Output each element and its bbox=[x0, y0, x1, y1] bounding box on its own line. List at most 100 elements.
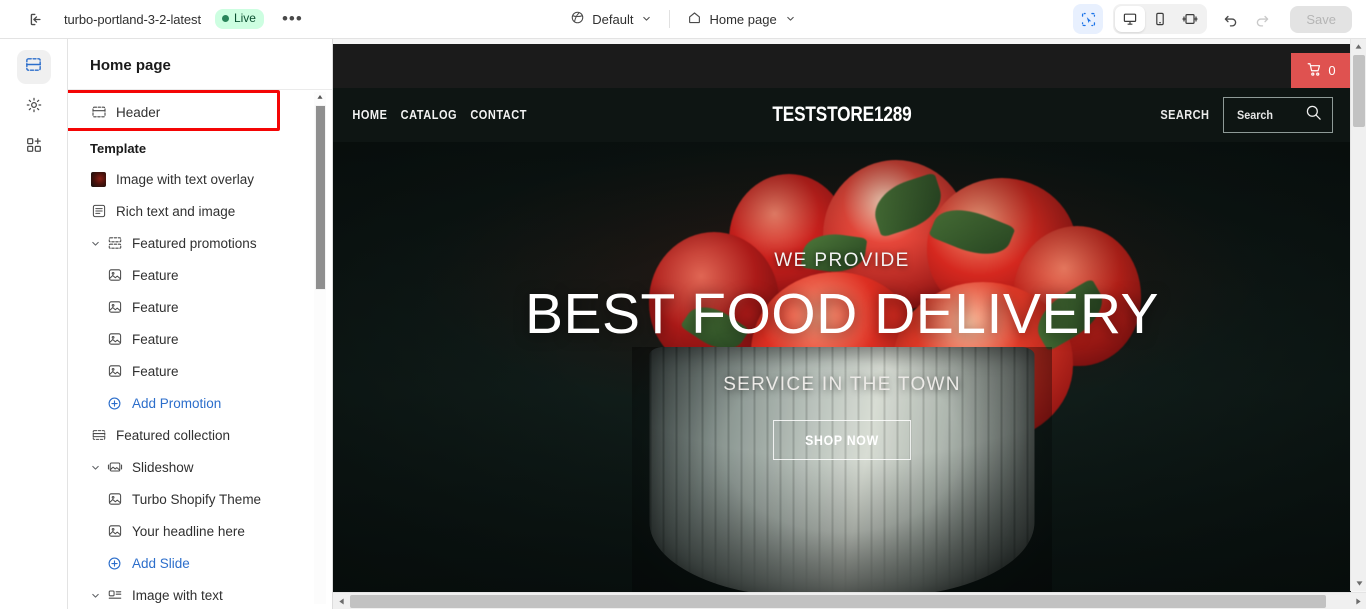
top-bar-right: Save bbox=[1073, 0, 1352, 38]
inspect-select-icon[interactable] bbox=[1073, 4, 1103, 34]
sidebar-item-featured-promotions[interactable]: Featured promotions bbox=[68, 227, 332, 259]
triangle-left-icon[interactable] bbox=[333, 593, 349, 610]
preview-horizontal-scrollbar[interactable] bbox=[333, 592, 1366, 609]
status-badge: Live bbox=[215, 9, 264, 29]
apps-rail-button[interactable] bbox=[17, 130, 51, 164]
magnifier-icon[interactable] bbox=[1304, 103, 1323, 127]
home-icon bbox=[687, 10, 702, 28]
fullwidth-view-button[interactable] bbox=[1175, 6, 1205, 32]
sidebar-item-label: Image with text overlay bbox=[116, 172, 254, 187]
block-image-icon bbox=[106, 331, 123, 348]
sidebar-item-image-with-text[interactable]: Image with text bbox=[68, 579, 332, 609]
block-image-icon bbox=[106, 363, 123, 380]
status-badge-label: Live bbox=[234, 11, 256, 26]
sidebar-item-slideshow[interactable]: Slideshow bbox=[68, 451, 332, 483]
sidebar-block-feature-2[interactable]: Feature bbox=[68, 291, 332, 323]
sidebar-block-feature-3[interactable]: Feature bbox=[68, 323, 332, 355]
triangle-right-icon[interactable] bbox=[1350, 593, 1366, 610]
cart-button[interactable]: 0 bbox=[1291, 53, 1351, 88]
sections-rail-button[interactable] bbox=[17, 50, 51, 84]
search-input[interactable]: Search bbox=[1223, 97, 1333, 133]
redo-button[interactable] bbox=[1248, 5, 1276, 33]
slideshow-icon bbox=[106, 459, 123, 476]
sections-icon bbox=[24, 55, 43, 79]
locale-selector[interactable]: Default bbox=[562, 6, 660, 32]
preview-vertical-scrollbar[interactable] bbox=[1350, 39, 1366, 591]
exit-editor-button[interactable] bbox=[22, 5, 50, 33]
search-label: SEARCH bbox=[1161, 108, 1210, 122]
more-options-button[interactable]: ••• bbox=[278, 7, 307, 31]
undo-button[interactable] bbox=[1216, 5, 1244, 33]
triangle-up-icon[interactable] bbox=[1351, 39, 1366, 54]
preview-vertical-scrollbar-thumb[interactable] bbox=[1353, 55, 1365, 127]
sidebar-scrollbar[interactable] bbox=[314, 92, 326, 604]
hero-eyebrow: WE PROVIDE bbox=[333, 250, 1351, 272]
sidebar-scrollbar-thumb[interactable] bbox=[315, 105, 326, 290]
hero-image-with-text-overlay: WE PROVIDE BEST FOOD DELIVERY SERVICE IN… bbox=[333, 142, 1351, 596]
sidebar-item-label: Add Promotion bbox=[132, 396, 221, 411]
add-promotion-button[interactable]: Add Promotion bbox=[68, 387, 332, 419]
template-group-label: Template bbox=[68, 128, 332, 163]
sidebar-block-turbo-shopify-theme[interactable]: Turbo Shopify Theme bbox=[68, 483, 332, 515]
sections-sidebar: Home page Header Template Image with tex… bbox=[68, 39, 333, 609]
sidebar-item-label: Feature bbox=[132, 268, 179, 283]
store-header: HOME CATALOG CONTACT TESTSTORE1289 SEARC… bbox=[333, 88, 1351, 142]
circle-plus-icon bbox=[106, 395, 123, 412]
nav-item-home[interactable]: HOME bbox=[352, 108, 387, 122]
page-selector[interactable]: Home page bbox=[679, 6, 803, 32]
sidebar-item-label: Slideshow bbox=[132, 460, 194, 475]
store-name-logo[interactable]: TESTSTORE1289 bbox=[425, 103, 1260, 127]
sidebar-item-rich-text-and-image[interactable]: Rich text and image bbox=[68, 195, 332, 227]
hero-subheadline: SERVICE IN THE TOWN bbox=[333, 374, 1351, 396]
sidebar-block-feature-4[interactable]: Feature bbox=[68, 355, 332, 387]
circle-plus-icon bbox=[106, 555, 123, 572]
sidebar-item-label: Featured promotions bbox=[132, 236, 257, 251]
save-button[interactable]: Save bbox=[1290, 6, 1352, 33]
featured-promotions-icon bbox=[106, 235, 123, 252]
shop-now-button[interactable]: SHOP NOW bbox=[773, 420, 911, 460]
sidebar-block-your-headline-here[interactable]: Your headline here bbox=[68, 515, 332, 547]
apps-grid-plus-icon bbox=[25, 136, 43, 159]
sidebar-item-label: Rich text and image bbox=[116, 204, 235, 219]
sidebar-item-label: Header bbox=[116, 105, 160, 120]
page-label: Home page bbox=[709, 12, 776, 27]
hero-text-overlay: WE PROVIDE BEST FOOD DELIVERY SERVICE IN… bbox=[333, 142, 1351, 596]
image-thumbnail-icon bbox=[90, 171, 107, 188]
top-bar-divider bbox=[669, 10, 670, 28]
add-slide-button[interactable]: Add Slide bbox=[68, 547, 332, 579]
chevron-down-icon[interactable] bbox=[90, 579, 101, 609]
live-dot-icon bbox=[222, 15, 229, 22]
sidebar-item-label: Feature bbox=[132, 332, 179, 347]
block-image-icon bbox=[106, 523, 123, 540]
storefront-canvas: 0 HOME CATALOG CONTACT TESTSTORE1289 SEA… bbox=[333, 44, 1351, 596]
shopping-cart-icon bbox=[1306, 61, 1323, 81]
preview-horizontal-scrollbar-thumb[interactable] bbox=[350, 595, 1326, 608]
sidebar-item-header[interactable]: Header bbox=[68, 96, 332, 128]
rich-text-icon bbox=[90, 203, 107, 220]
chevron-down-icon[interactable] bbox=[90, 451, 101, 483]
chevron-down-icon bbox=[785, 12, 796, 27]
desktop-view-button[interactable] bbox=[1115, 6, 1145, 32]
store-announcement-strip: 0 bbox=[333, 44, 1351, 88]
chevron-down-icon[interactable] bbox=[90, 227, 101, 259]
top-bar: turbo-portland-3-2-latest Live ••• Defau… bbox=[0, 0, 1366, 39]
search-placeholder: Search bbox=[1237, 108, 1273, 122]
left-icon-rail bbox=[0, 39, 68, 609]
theme-settings-rail-button[interactable] bbox=[17, 90, 51, 124]
sidebar-block-feature-1[interactable]: Feature bbox=[68, 259, 332, 291]
sidebar-item-featured-collection[interactable]: Featured collection bbox=[68, 419, 332, 451]
gear-icon bbox=[25, 96, 43, 119]
sidebar-item-image-with-text-overlay[interactable]: Image with text overlay bbox=[68, 163, 332, 195]
sections-list: Header Template Image with text overlay … bbox=[68, 90, 332, 609]
shop-now-label: SHOP NOW bbox=[805, 432, 879, 448]
mobile-view-button[interactable] bbox=[1145, 6, 1175, 32]
featured-collection-icon bbox=[90, 427, 107, 444]
store-preview-pane: 0 HOME CATALOG CONTACT TESTSTORE1289 SEA… bbox=[333, 39, 1366, 609]
triangle-up-icon[interactable] bbox=[315, 92, 325, 102]
sidebar-item-label: Your headline here bbox=[132, 524, 245, 539]
page-title: Home page bbox=[68, 39, 332, 90]
hero-headline: BEST FOOD DELIVERY bbox=[333, 282, 1351, 346]
triangle-down-icon[interactable] bbox=[1351, 576, 1366, 591]
globe-icon bbox=[570, 10, 585, 28]
block-image-icon bbox=[106, 299, 123, 316]
